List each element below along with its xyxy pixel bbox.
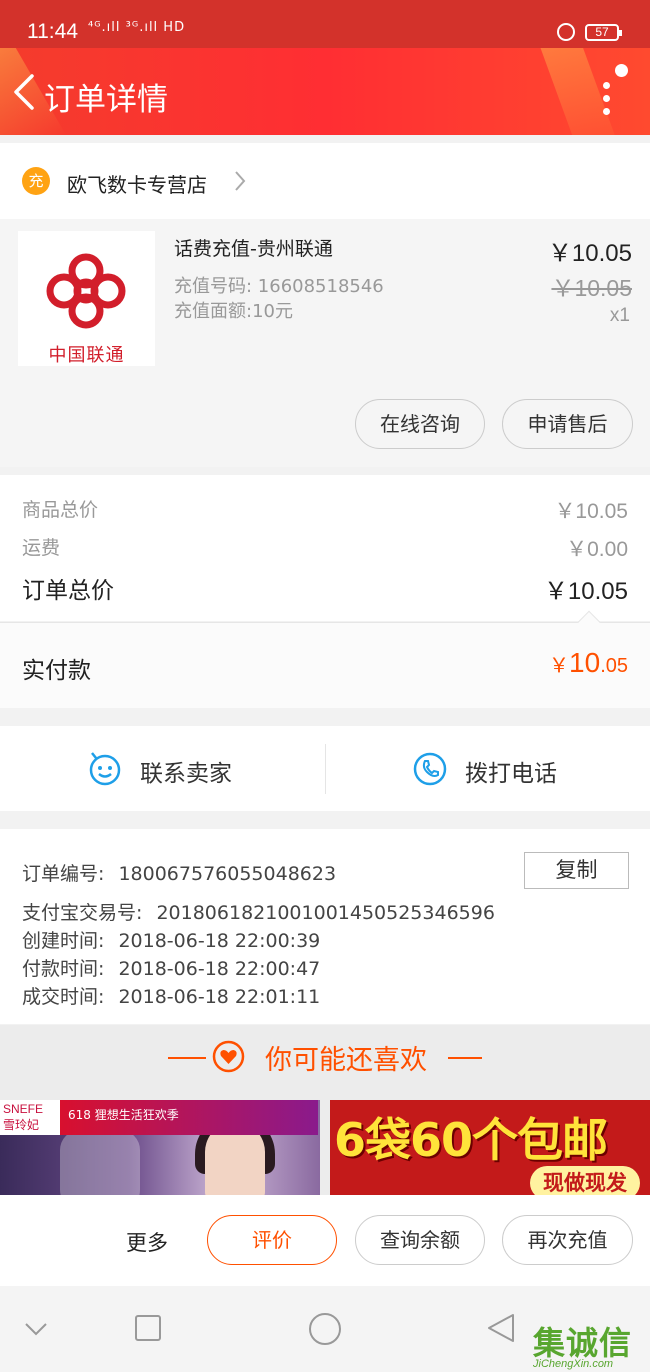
top-header: 订单详情 — [0, 48, 650, 135]
alipay-trade-number: 2018061821001001450525346596 — [156, 902, 495, 924]
completed-time-label: 成交时间: — [22, 986, 105, 1008]
contact-bar: 联系卖家 拨打电话 — [0, 726, 650, 811]
actual-payment-value: ￥10.05 — [549, 647, 628, 679]
online-consult-button[interactable]: 在线咨询 — [355, 399, 485, 449]
chevron-right-icon — [233, 169, 247, 193]
recommend-cards: SNEFE 雪玲妃 618 狸想生活狂欢季 6袋60个包邮 现做现发 — [0, 1093, 650, 1195]
recent-apps-icon[interactable] — [134, 1314, 162, 1342]
divider — [325, 744, 326, 794]
order-item: 中国联通 话费充值-贵州联通 充值号码: 16608518546 充值面额:10… — [0, 219, 650, 467]
alipay-trade-label: 支付宝交易号: — [22, 902, 143, 924]
paid-time-row: 付款时间: 2018-06-18 22:00:47 — [22, 954, 320, 981]
original-price: ￥10.05 — [551, 275, 632, 301]
recommend-section: 你可能还喜欢 — [0, 1025, 650, 1093]
created-time-row: 创建时间: 2018-06-18 22:00:39 — [22, 926, 320, 953]
payment-decimal: .05 — [600, 655, 628, 677]
action-bar: 更多 评价 查询余额 再次充值 — [0, 1195, 650, 1286]
contact-seller-label: 联系卖家 — [140, 761, 232, 787]
order-info: 订单编号: 180067576055048623 复制 支付宝交易号: 2018… — [0, 829, 650, 1024]
after-sale-button[interactable]: 申请售后 — [502, 399, 633, 449]
item-quantity: x1 — [609, 305, 630, 326]
shipping-label: 运费 — [22, 537, 61, 559]
recharge-again-button[interactable]: 再次充值 — [502, 1215, 633, 1265]
order-number-label: 订单编号: — [22, 863, 105, 885]
call-phone-label: 拨打电话 — [465, 761, 557, 787]
goods-total-value: ￥10.05 — [554, 500, 628, 523]
more-menu-icon[interactable] — [595, 64, 635, 124]
payment-integer: 10 — [569, 647, 601, 678]
currency-symbol: ￥ — [549, 655, 570, 677]
review-button[interactable]: 评价 — [207, 1215, 337, 1265]
shipping-value: ￥0.00 — [566, 538, 628, 561]
actual-payment-row: 实付款 ￥10.05 — [0, 610, 650, 708]
copy-button[interactable]: 复制 — [524, 852, 629, 889]
goods-total-label: 商品总价 — [22, 499, 99, 521]
phone-icon — [413, 752, 447, 786]
created-time-label: 创建时间: — [22, 930, 105, 952]
order-number-row: 订单编号: 180067576055048623 — [22, 859, 336, 886]
chat-face-icon — [89, 752, 121, 786]
shop-icon: 充 — [22, 167, 50, 195]
back-nav-icon[interactable] — [486, 1312, 516, 1344]
recommend-heading: 你可能还喜欢 — [0, 1038, 650, 1077]
face-value: 充值面额:10元 — [174, 301, 293, 322]
check-balance-button[interactable]: 查询余额 — [355, 1215, 485, 1265]
paid-time-label: 付款时间: — [22, 958, 105, 980]
order-total-label: 订单总价 — [22, 578, 114, 604]
product-bottle-image — [60, 1130, 140, 1195]
product-card[interactable]: SNEFE 雪玲妃 618 狸想生活狂欢季 — [0, 1100, 320, 1195]
unicom-knot-icon — [46, 253, 126, 329]
battery-icon: 57 — [585, 24, 622, 41]
shop-row[interactable]: 充 欧飞数卡专营店 — [0, 143, 650, 219]
actual-payment-label: 实付款 — [22, 658, 91, 684]
clock: 11:44 — [27, 20, 78, 43]
alipay-trade-row: 支付宝交易号: 2018061821001001450525346596 — [22, 898, 495, 925]
created-time: 2018-06-18 22:00:39 — [118, 930, 321, 952]
price-summary: 商品总价 ￥10.05 运费 ￥0.00 订单总价 ￥10.05 — [0, 475, 650, 621]
completed-time: 2018-06-18 22:01:11 — [118, 986, 321, 1008]
lock-icon — [557, 23, 575, 41]
chevron-down-icon[interactable] — [24, 1322, 48, 1336]
product-card[interactable]: 6袋60个包邮 现做现发 — [330, 1100, 650, 1195]
promo-badge: 618 狸想生活狂欢季 — [60, 1100, 318, 1135]
promo-headline: 6袋60个包邮 — [334, 1113, 608, 1167]
watermark-url: JiChengXin.com — [533, 1358, 614, 1370]
promo-tag: 现做现发 — [530, 1166, 640, 1195]
unicom-logo-text: 中国联通 — [48, 345, 125, 366]
order-total-value: ￥10.05 — [543, 578, 628, 605]
item-name[interactable]: 话费充值-贵州联通 — [174, 234, 333, 261]
order-number: 180067576055048623 — [118, 863, 337, 885]
brand-label: SNEFE 雪玲妃 — [0, 1100, 60, 1135]
recharge-number: 充值号码: 16608518546 — [174, 276, 384, 297]
completed-time-row: 成交时间: 2018-06-18 22:01:11 — [22, 982, 320, 1009]
watermark: 集诚信 JiChengXin.com — [533, 1318, 650, 1372]
page-title: 订单详情 — [44, 82, 168, 118]
status-bar: 11:44 ⁴ᴳ.ıll ³ᴳ.ıll HD 57 — [0, 0, 650, 48]
item-price: ￥10.05 — [547, 240, 632, 267]
paid-time: 2018-06-18 22:00:47 — [118, 958, 321, 980]
unicom-logo: 中国联通 — [18, 231, 155, 366]
shop-name: 欧飞数卡专营店 — [67, 173, 207, 197]
signal-indicator: ⁴ᴳ.ıll ³ᴳ.ıll HD — [88, 20, 186, 35]
home-icon[interactable] — [308, 1312, 342, 1346]
heading-line-right — [448, 1057, 482, 1059]
recommend-heading-text: 你可能还喜欢 — [265, 1045, 427, 1076]
more-button[interactable]: 更多 — [126, 1227, 168, 1257]
notification-dot — [615, 64, 628, 77]
